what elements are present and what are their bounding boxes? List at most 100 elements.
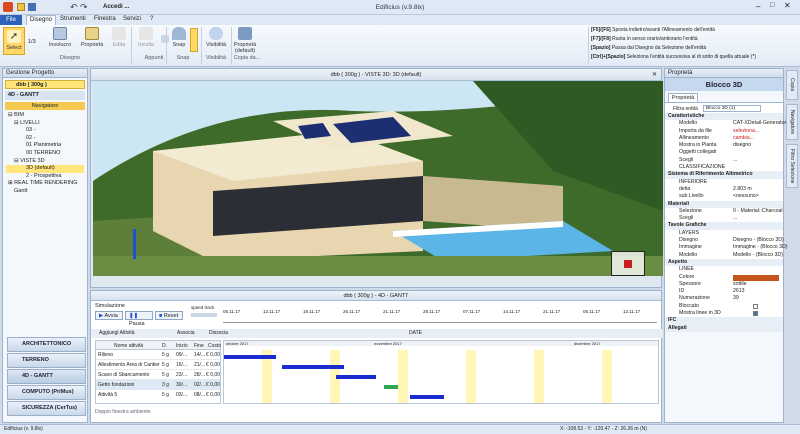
hint-row: [Spazio] Passa dal Disegno da Selezione … [591, 45, 707, 51]
maximize-button[interactable]: □ [770, 2, 774, 9]
reset-button[interactable]: ■ Reset [155, 311, 183, 320]
prop-row[interactable]: Spessore sottile [665, 281, 783, 288]
prop-row[interactable]: Modello CAT-XDetail-Generator [665, 120, 786, 127]
checkbox-checked[interactable] [753, 311, 758, 317]
table-row[interactable]: Getto fondazioni 3 g 30/... 02/... € 0,00 [96, 380, 220, 390]
minimize-button[interactable]: – [756, 2, 760, 11]
blue-axis-arrow-icon[interactable] [133, 229, 136, 259]
prop-row[interactable]: INFERIORE [665, 179, 783, 186]
tree-item-prospettiva[interactable]: 2 - Prospettiva [6, 173, 84, 181]
color-swatch[interactable] [733, 274, 779, 281]
date-dropdown[interactable]: DATE [409, 329, 422, 338]
tree-item-gantt[interactable]: Gantt [6, 188, 84, 196]
tree-item-level[interactable]: 00 TERRENO [6, 150, 84, 158]
gantt-bar-getto[interactable] [384, 385, 398, 389]
snap-toggle[interactable] [190, 28, 198, 52]
proprieta-button[interactable]: Proprietà [78, 27, 106, 48]
section-ifc[interactable]: IFC [665, 317, 783, 325]
section-tavole[interactable]: Tavole Grafiche [665, 222, 783, 230]
tab-disegno[interactable]: Disegno [26, 15, 56, 25]
section-allegati[interactable]: Allegati [665, 324, 783, 332]
prop-row[interactable]: LAYERS [665, 230, 783, 237]
timeline-ruler[interactable]: 05.11.17 12.11.17 19.11.17 26.11.17 21.1… [223, 309, 657, 323]
prop-row[interactable]: Modello Modello - (Blocco 3D) [665, 252, 783, 259]
side-tab-navigatore[interactable]: Navigatore [786, 104, 798, 140]
prop-row[interactable]: Scegli... [665, 215, 783, 222]
table-row[interactable]: Rilievo 5 g 09/... 14/... € 0,00 [96, 350, 220, 360]
tree-item-livelli[interactable]: ⊟ LIVELLI [6, 120, 84, 128]
avvia-button[interactable]: ▶ Avvia [95, 311, 123, 320]
side-tab-copia[interactable]: Copia [786, 70, 798, 100]
checkbox[interactable] [753, 303, 758, 309]
prop-row[interactable]: Importa da file seleziona... [665, 128, 783, 135]
tree-item-bim[interactable]: ⊟ BIM [6, 112, 84, 120]
prop-row[interactable]: CLASSIFICAZIONE [665, 164, 783, 171]
entity-filter-select[interactable]: Blocco 3D (1) [703, 105, 761, 112]
dissocia-button[interactable]: Dissocia [209, 329, 228, 338]
table-row[interactable]: Attività 55 g 03/... 08/... € 0,00 [96, 390, 220, 400]
prop-row[interactable]: ID 2613 [665, 288, 783, 295]
side-tab-filtro[interactable]: Filtro Selezione [786, 144, 798, 188]
gantt-bar-scavo[interactable] [336, 375, 376, 379]
prop-row[interactable]: Immagine Immagine - (Blocco 3D) [665, 244, 787, 251]
prop-row[interactable]: LINEE [665, 266, 783, 273]
building-render[interactable] [93, 81, 663, 276]
nav-computo[interactable]: COMPUTO (PriMus) [7, 385, 86, 400]
prop-row[interactable]: Oggetti collegati [665, 149, 783, 156]
viewcube-center[interactable] [624, 260, 632, 268]
tree-item-level[interactable]: 03 - [6, 127, 84, 135]
prop-row[interactable]: Allineamento cambia... [665, 135, 783, 142]
tab-strumenti[interactable]: Strumenti [60, 16, 86, 22]
nav-architettonico[interactable]: ARCHITETTONICO [7, 337, 86, 352]
section-materiali[interactable]: Materiali [665, 200, 783, 208]
snap-button[interactable]: Snap [168, 27, 190, 48]
prop-row[interactable]: Bloccato [665, 303, 783, 310]
prop-row[interactable]: Mostra linee in 3D [665, 310, 783, 317]
prop-row-colore[interactable]: Colore [665, 274, 783, 281]
prop-row[interactable]: Scegli... [665, 157, 783, 164]
tree-item-level[interactable]: 02 - [6, 135, 84, 143]
tab-help[interactable]: ? [150, 16, 153, 22]
nav-terreno[interactable]: TERRENO [7, 353, 86, 368]
tree-item-viste-3d[interactable]: ⊟ VISTE 3D [6, 158, 84, 166]
associa-button[interactable]: Associa [177, 329, 195, 338]
visibilita-button[interactable]: Visibilità [203, 27, 229, 48]
speed-slider[interactable] [191, 313, 217, 317]
prop-row[interactable]: Disegno Disegno - (Blocco 3D) [665, 237, 784, 244]
prop-row[interactable]: Numerazione 39 [665, 295, 783, 302]
incolla-button[interactable]: Incolla [134, 27, 158, 48]
tab-servizi[interactable]: Servizi [123, 16, 141, 22]
tree-item-level[interactable]: 01 Planimetria [6, 142, 84, 150]
play-icon: ▶ [99, 313, 104, 319]
involucro-button[interactable]: Involucro [46, 27, 74, 48]
close-button[interactable]: ✕ [784, 1, 791, 10]
pausa-button[interactable]: ❚❚ Pausa [125, 311, 153, 327]
gantt-bar-attivita5[interactable] [410, 395, 444, 399]
project-root[interactable]: dbb ( 300g ) [5, 80, 85, 89]
prop-row[interactable]: delta 2.803 m [665, 186, 783, 193]
edita-button[interactable]: Edita [108, 27, 130, 48]
gantt-bar-allestimento[interactable] [282, 365, 344, 369]
gantt-bar-rilievo[interactable] [224, 355, 276, 359]
tree-item-3d-default[interactable]: 3D (default) [6, 165, 84, 173]
add-activity-button[interactable]: Aggiungi Attività [99, 329, 135, 338]
prop-row[interactable]: Mostra in Pianta disegno [665, 142, 783, 149]
select-button[interactable]: ➚ Select [3, 27, 25, 55]
tab-proprieta[interactable]: Proprietà [668, 93, 698, 102]
gantt-chart-area[interactable]: ottobre 2017 novembre 2017 dicembre 2017 [223, 340, 659, 404]
table-row[interactable]: Allestimento Area di Cantiere 5 g 16/... 21… [96, 360, 220, 370]
tab-finestra[interactable]: Finestra [94, 16, 116, 22]
section-riferimento[interactable]: Sistema di Riferimento Altimetrico [665, 171, 783, 179]
prop-row[interactable]: Selezione 0 - Material::Charcoal [665, 208, 783, 215]
prop-row[interactable]: sub Livello <nessuno> [665, 193, 783, 200]
table-row[interactable]: Scavo di Sbancamento 5 g 23/... 28/... € 0,0… [96, 370, 220, 380]
tree-item-rendering[interactable]: ⊞ REAL TIME RENDERING [6, 180, 84, 188]
tab-file[interactable]: File [0, 15, 22, 25]
viewcube[interactable] [611, 251, 645, 276]
section-caratteristiche[interactable]: Caratteristiche [665, 113, 783, 121]
proprieta-default-button[interactable]: Proprietà (default) [232, 27, 258, 54]
view-close-icon[interactable]: ✕ [652, 71, 657, 78]
nav-sicurezza[interactable]: SICUREZZA (CerTus) [7, 401, 86, 416]
section-aspetto[interactable]: Aspetto [665, 258, 783, 267]
nav-4d-gantt[interactable]: 4D - GANTT [7, 369, 86, 384]
